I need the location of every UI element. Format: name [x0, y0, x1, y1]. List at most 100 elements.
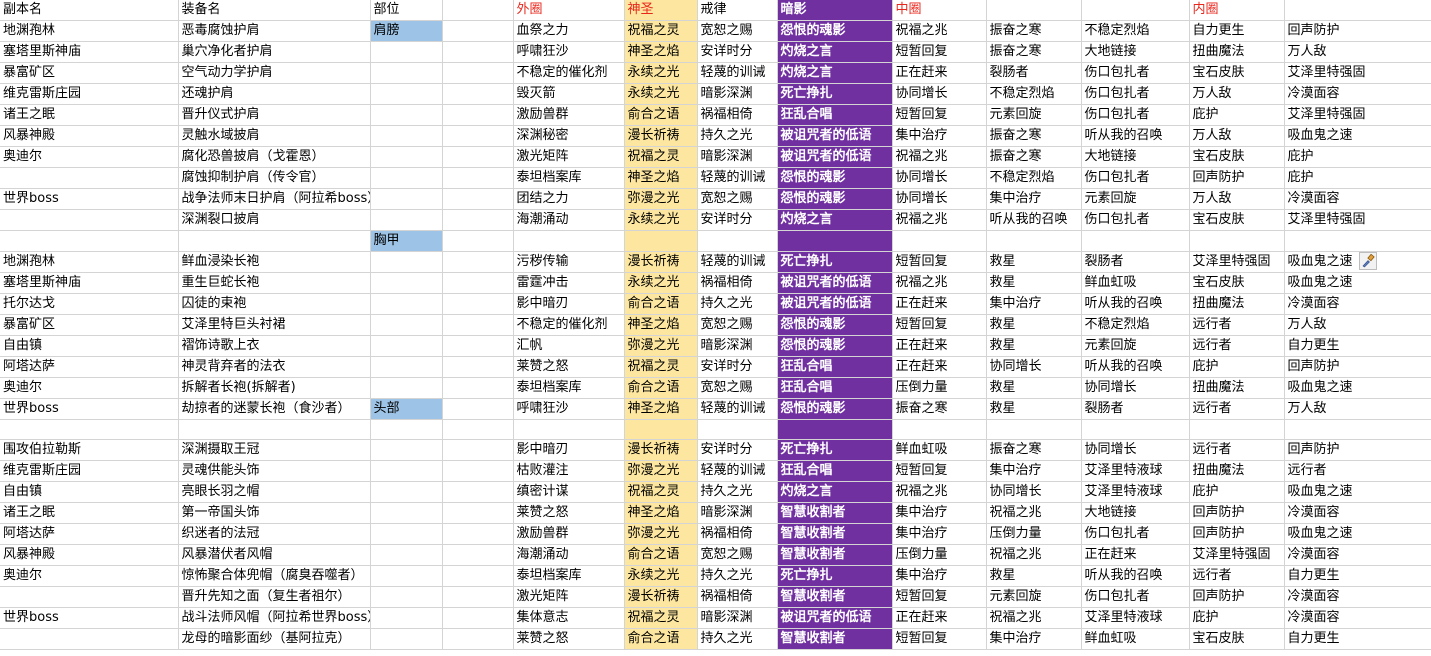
table-cell[interactable]: 巢穴净化者护肩	[178, 41, 371, 63]
table-cell[interactable]: 塞塔里斯神庙	[0, 41, 179, 63]
table-cell[interactable]: 神圣之焰	[624, 502, 698, 524]
table-cell[interactable]: 祝福之兆	[892, 481, 987, 503]
table-cell[interactable]: 弥漫之光	[624, 188, 698, 210]
table-cell[interactable]: 冷漠面容	[1284, 188, 1431, 210]
table-cell[interactable]	[442, 460, 514, 482]
table-cell[interactable]: 元素回旋	[1081, 335, 1190, 357]
table-cell[interactable]	[370, 167, 443, 189]
table-cell[interactable]: 祝福之灵	[624, 481, 698, 503]
table-cell[interactable]: 艾泽里特液球	[1081, 607, 1190, 629]
table-cell[interactable]	[513, 419, 625, 440]
table-cell[interactable]: 灵魂供能头饰	[178, 460, 371, 482]
table-cell[interactable]: 艾泽里特强固	[1189, 544, 1285, 566]
table-cell[interactable]: 不稳定烈焰	[986, 167, 1082, 189]
table-cell[interactable]: 怨恨的魂影	[777, 398, 893, 420]
table-cell[interactable]: 祸福相倚	[697, 586, 778, 608]
table-cell[interactable]: 裂肠者	[986, 62, 1082, 84]
table-cell[interactable]	[442, 398, 514, 420]
table-cell[interactable]	[370, 125, 443, 147]
table-cell[interactable]	[442, 356, 514, 378]
table-cell[interactable]: 安详时分	[697, 41, 778, 63]
table-cell[interactable]: 深渊秘密	[513, 125, 625, 147]
table-cell[interactable]: 持久之光	[697, 565, 778, 587]
table-cell[interactable]: 正在赶来	[892, 607, 987, 629]
table-cell[interactable]: 冷漠面容	[1284, 502, 1431, 524]
table-cell[interactable]	[442, 544, 514, 566]
table-cell[interactable]: 缜密计谋	[513, 481, 625, 503]
table-cell[interactable]: 庇护	[1189, 356, 1285, 378]
table-cell[interactable]: 持久之光	[697, 125, 778, 147]
table-cell[interactable]: 腐蚀抑制护肩（传令官）	[178, 167, 371, 189]
table-cell[interactable]	[442, 335, 514, 357]
table-cell[interactable]	[370, 62, 443, 84]
table-cell[interactable]: 泰坦档案库	[513, 377, 625, 399]
table-cell[interactable]	[892, 230, 987, 252]
table-cell[interactable]: 轻蔑的训诫	[697, 460, 778, 482]
table-cell[interactable]	[370, 314, 443, 336]
table-cell[interactable]	[442, 20, 514, 42]
table-cell[interactable]: 回声防护	[1284, 20, 1431, 42]
table-cell[interactable]: 裂肠者	[1081, 398, 1190, 420]
table-cell[interactable]: 第一帝国头饰	[178, 502, 371, 524]
table-cell[interactable]	[370, 146, 443, 168]
table-cell[interactable]	[442, 607, 514, 629]
table-cell[interactable]: 集中治疗	[892, 502, 987, 524]
table-cell[interactable]: 祝福之兆	[986, 544, 1082, 566]
table-cell[interactable]: 亮眼长羽之帽	[178, 481, 371, 503]
table-cell[interactable]: 惊怖聚合体兜帽（腐臭吞噬者）	[178, 565, 371, 587]
table-cell[interactable]	[370, 628, 443, 650]
table-cell[interactable]	[624, 419, 698, 440]
table-cell[interactable]: 鲜血浸染长袍	[178, 251, 371, 273]
table-cell[interactable]: 泰坦档案库	[513, 565, 625, 587]
table-cell[interactable]: 永续之光	[624, 209, 698, 231]
table-cell[interactable]: 祝福之灵	[624, 146, 698, 168]
table-cell[interactable]: 扭曲魔法	[1189, 377, 1285, 399]
table-cell[interactable]: 艾泽里特液球	[1081, 460, 1190, 482]
table-cell[interactable]: 扭曲魔法	[1189, 293, 1285, 315]
table-cell[interactable]: 俞合之语	[624, 293, 698, 315]
column-header-cell[interactable]: 神圣	[624, 0, 698, 21]
table-cell[interactable]: 大地链接	[1081, 146, 1190, 168]
table-cell[interactable]: 鲜血虹吸	[1081, 272, 1190, 294]
table-cell[interactable]: 鲜血虹吸	[892, 439, 987, 461]
table-cell[interactable]	[513, 230, 625, 252]
table-cell[interactable]: 祝福之兆	[892, 20, 987, 42]
table-cell[interactable]: 战争法师末日护肩（阿拉希boss）	[178, 188, 371, 210]
table-cell[interactable]: 灼烧之言	[777, 41, 893, 63]
table-cell[interactable]: 狂乱合唱	[777, 104, 893, 126]
table-cell[interactable]: 莱赞之怒	[513, 502, 625, 524]
table-cell[interactable]	[442, 628, 514, 650]
table-cell[interactable]	[442, 502, 514, 524]
table-cell[interactable]: 宽恕之赐	[697, 544, 778, 566]
table-cell[interactable]: 影中暗刃	[513, 293, 625, 315]
table-cell[interactable]: 俞合之语	[624, 628, 698, 650]
table-cell[interactable]: 正在赶来	[892, 62, 987, 84]
table-cell[interactable]: 艾泽里特液球	[1081, 481, 1190, 503]
table-cell[interactable]: 救星	[986, 314, 1082, 336]
table-cell[interactable]: 诸王之眠	[0, 502, 179, 524]
table-cell[interactable]: 宝石皮肤	[1189, 628, 1285, 650]
table-cell[interactable]: 死亡挣扎	[777, 439, 893, 461]
table-cell[interactable]: 万人敌	[1284, 398, 1431, 420]
table-cell[interactable]: 宝石皮肤	[1189, 62, 1285, 84]
table-cell[interactable]	[442, 230, 514, 252]
table-cell[interactable]: 世界boss	[0, 607, 179, 629]
table-cell[interactable]	[370, 335, 443, 357]
table-cell[interactable]: 怨恨的魂影	[777, 314, 893, 336]
table-cell[interactable]: 正在赶来	[892, 335, 987, 357]
table-cell[interactable]: 听从我的召唤	[986, 209, 1082, 231]
table-cell[interactable]: 晋升仪式护肩	[178, 104, 371, 126]
table-cell[interactable]: 集中治疗	[986, 188, 1082, 210]
table-cell[interactable]	[442, 83, 514, 105]
table-cell[interactable]: 永续之光	[624, 83, 698, 105]
table-cell[interactable]: 轻蔑的训诫	[697, 167, 778, 189]
table-cell[interactable]: 暴富矿区	[0, 314, 179, 336]
table-cell[interactable]: 救星	[986, 272, 1082, 294]
column-header-cell[interactable]: 部位	[370, 0, 443, 21]
table-cell[interactable]: 维克雷斯庄园	[0, 460, 179, 482]
table-cell[interactable]	[370, 523, 443, 545]
table-cell[interactable]: 智慧收割者	[777, 523, 893, 545]
table-cell[interactable]: 宝石皮肤	[1189, 209, 1285, 231]
table-cell[interactable]: 不稳定的催化剂	[513, 314, 625, 336]
table-cell[interactable]: 救星	[986, 398, 1082, 420]
